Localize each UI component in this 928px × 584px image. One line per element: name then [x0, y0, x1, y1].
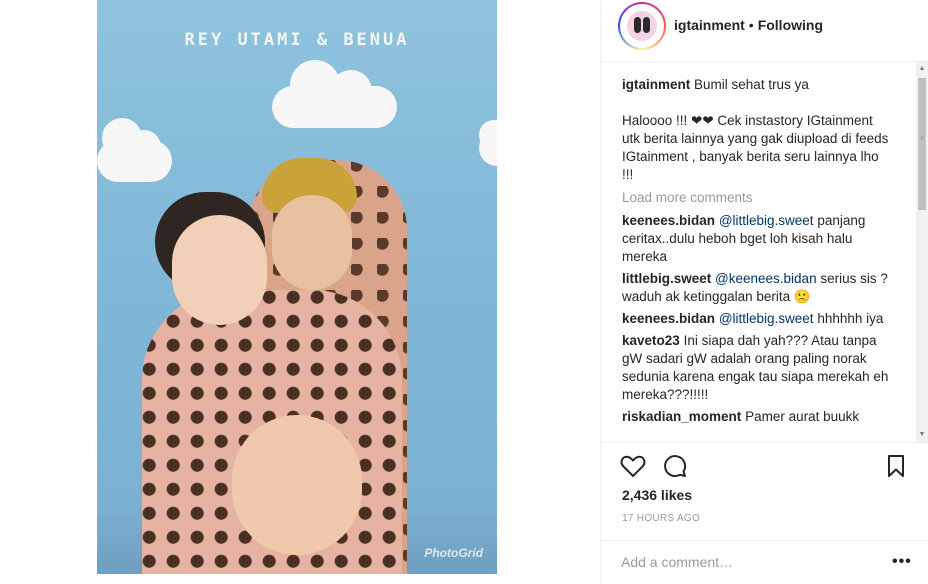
- comment-username-link[interactable]: riskadian_moment: [622, 409, 741, 424]
- cloud-decoration: [97, 118, 172, 182]
- comment-item: kaveto23 Ini siapa dah yah??? Atau tanpa…: [622, 332, 892, 404]
- cloud-decoration: [272, 60, 397, 128]
- post-photo[interactable]: REY UTAMI & BENUA PhotoGrid: [97, 0, 497, 574]
- post-side-panel: igtainment • Following igtainment Bumil se…: [600, 0, 928, 584]
- bookmark-icon[interactable]: [886, 454, 906, 478]
- action-bar: 2,436 likes 17 HOURS AGO: [601, 442, 928, 542]
- caption-body-text: Haloooo !!! ❤❤ Cek instastory IGtainment…: [622, 113, 889, 182]
- post-header: igtainment • Following: [601, 0, 928, 62]
- load-more-comments-link[interactable]: Load more comments: [622, 189, 892, 207]
- header-username-link[interactable]: igtainment: [674, 17, 745, 33]
- comment-item: riskadian_moment Pamer aurat buukk: [622, 408, 892, 426]
- scroll-down-arrow-icon[interactable]: ▼: [918, 430, 926, 440]
- comment-mention-link[interactable]: @keenees.bidan: [715, 271, 817, 286]
- post-timestamp[interactable]: 17 HOURS AGO: [622, 513, 700, 524]
- caption-text: Bumil sehat trus ya: [694, 77, 809, 92]
- man-face: [272, 195, 352, 290]
- scrollbar-grip-icon: ≡: [920, 136, 924, 142]
- avatar-image: [620, 4, 664, 48]
- add-comment-section: •••: [601, 540, 928, 584]
- header-separator: •: [748, 17, 754, 33]
- comment-text: hhhhhh iya: [813, 311, 884, 326]
- comments-list[interactable]: igtainment Bumil sehat trus ya Haloooo !…: [601, 62, 928, 442]
- caption-username-link[interactable]: igtainment: [622, 77, 690, 92]
- more-options-icon[interactable]: •••: [892, 553, 912, 571]
- heart-icon[interactable]: [620, 454, 646, 478]
- scrollbar-thumb[interactable]: ≡: [918, 78, 926, 210]
- avatar[interactable]: [618, 2, 666, 50]
- caption: igtainment Bumil sehat trus ya: [622, 76, 892, 94]
- comment-mention-link[interactable]: @littlebig.sweet: [719, 311, 814, 326]
- woman-face: [172, 215, 267, 325]
- comment-text: Pamer aurat buukk: [745, 409, 860, 424]
- comments-scrollbar[interactable]: ▲ ≡ ▼: [916, 62, 928, 442]
- comment-username-link[interactable]: keenees.bidan: [622, 213, 715, 228]
- comment-mention-link[interactable]: @littlebig.sweet: [719, 213, 814, 228]
- following-button[interactable]: Following: [758, 17, 823, 33]
- photo-title-text: REY UTAMI & BENUA: [184, 30, 410, 50]
- comment-item: littlebig.sweet @keenees.bidan serius si…: [622, 270, 892, 306]
- comment-username-link[interactable]: kaveto23: [622, 333, 680, 348]
- post-media-area: REY UTAMI & BENUA PhotoGrid: [0, 0, 600, 584]
- add-comment-input[interactable]: [621, 551, 881, 573]
- comment-item: keenees.bidan @littlebig.sweet panjang c…: [622, 212, 892, 266]
- photo-watermark: PhotoGrid: [424, 546, 483, 560]
- scroll-up-arrow-icon[interactable]: ▲: [918, 64, 926, 74]
- comment-icon[interactable]: [663, 454, 687, 478]
- likes-count[interactable]: 2,436 likes: [622, 487, 692, 503]
- comment-username-link[interactable]: keenees.bidan: [622, 311, 715, 326]
- header-text: igtainment • Following: [674, 17, 823, 33]
- comment-username-link[interactable]: littlebig.sweet: [622, 271, 711, 286]
- avatar-logo-icon: [627, 11, 657, 41]
- cloud-decoration: [479, 120, 497, 166]
- comments-content: igtainment Bumil sehat trus ya Haloooo !…: [622, 76, 892, 430]
- pregnant-belly: [232, 415, 362, 555]
- comment-item: keenees.bidan @littlebig.sweet hhhhhh iy…: [622, 310, 892, 328]
